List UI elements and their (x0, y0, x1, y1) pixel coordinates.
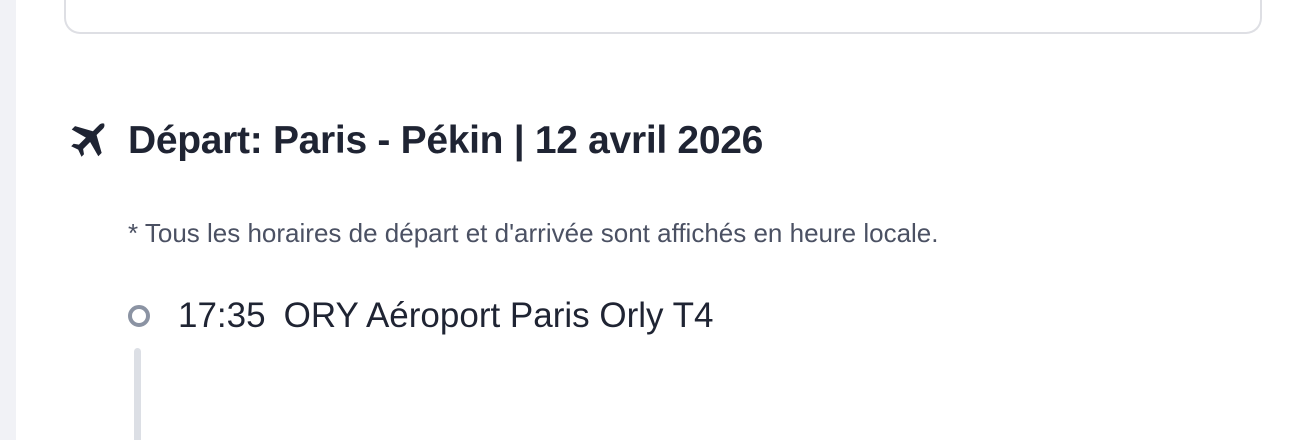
previous-card (64, 0, 1262, 34)
departure-stop: 17:35 ORY Aéroport Paris Orly T4 (128, 296, 714, 336)
local-time-note: * Tous les horaires de départ et d'arriv… (128, 218, 939, 248)
flight-title: Départ: Paris - Pékin | 12 avril 2026 (128, 119, 763, 162)
left-rail (0, 0, 16, 440)
departure-flight-section: Départ: Paris - Pékin | 12 avril 2026 * … (66, 110, 1266, 335)
timeline-connector (134, 348, 141, 440)
departure-airport: ORY Aéroport Paris Orly T4 (283, 296, 714, 335)
flight-header: Départ: Paris - Pékin | 12 avril 2026 (66, 110, 1266, 172)
plane-icon (66, 119, 110, 163)
departure-time: 17:35 (178, 296, 266, 335)
timeline-dot-icon (128, 305, 150, 327)
